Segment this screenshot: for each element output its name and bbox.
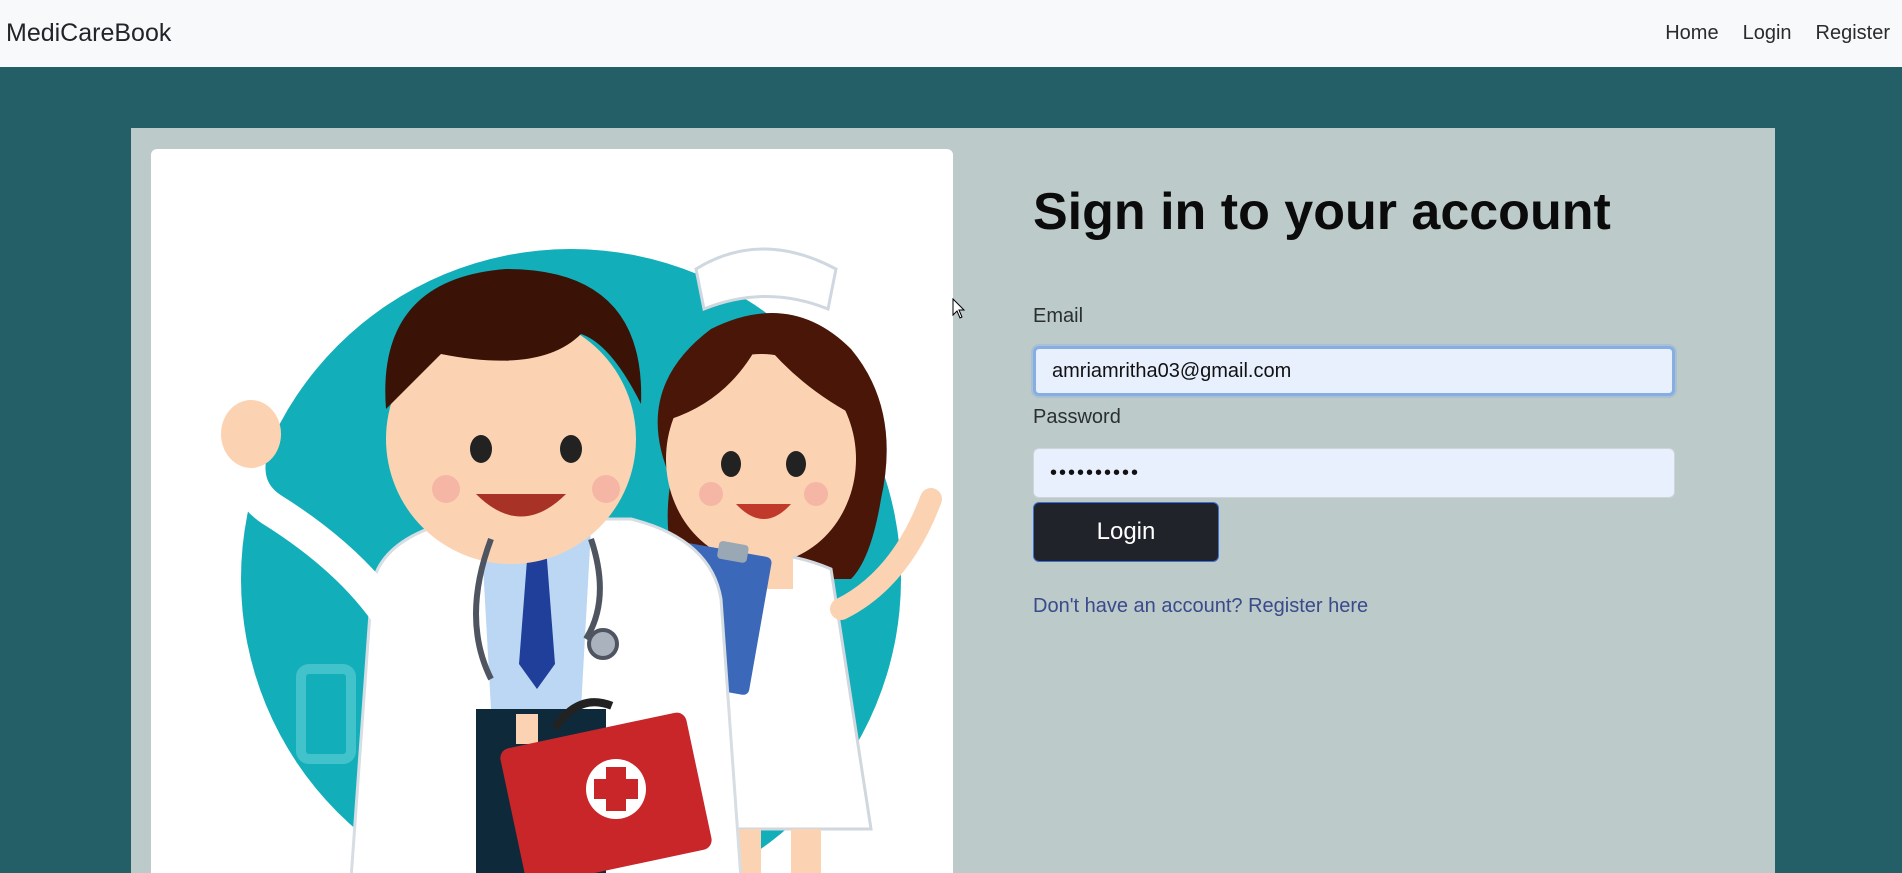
email-label: Email bbox=[1033, 305, 1084, 327]
nav-link-login[interactable]: Login bbox=[1731, 22, 1804, 45]
register-link[interactable]: Don't have an account? Register here bbox=[1033, 595, 1368, 618]
page-title: Sign in to your account bbox=[1033, 183, 1611, 241]
login-button[interactable]: Login bbox=[1033, 502, 1219, 562]
email-field[interactable] bbox=[1033, 346, 1675, 396]
doctor-and-nurse-icon bbox=[221, 247, 942, 873]
mouse-cursor-icon bbox=[952, 298, 966, 319]
navbar: MediCareBook Home Login Register bbox=[0, 0, 1902, 67]
login-panel: Sign in to your account Email Password L… bbox=[131, 128, 1775, 873]
password-field[interactable] bbox=[1033, 448, 1675, 498]
password-label: Password bbox=[1033, 406, 1121, 428]
nav-links: Home Login Register bbox=[1653, 22, 1890, 45]
doctor-nurse-illustration bbox=[151, 149, 953, 873]
brand-logo[interactable]: MediCareBook bbox=[6, 19, 171, 48]
nav-link-home[interactable]: Home bbox=[1653, 22, 1730, 45]
nav-link-register[interactable]: Register bbox=[1804, 22, 1890, 45]
